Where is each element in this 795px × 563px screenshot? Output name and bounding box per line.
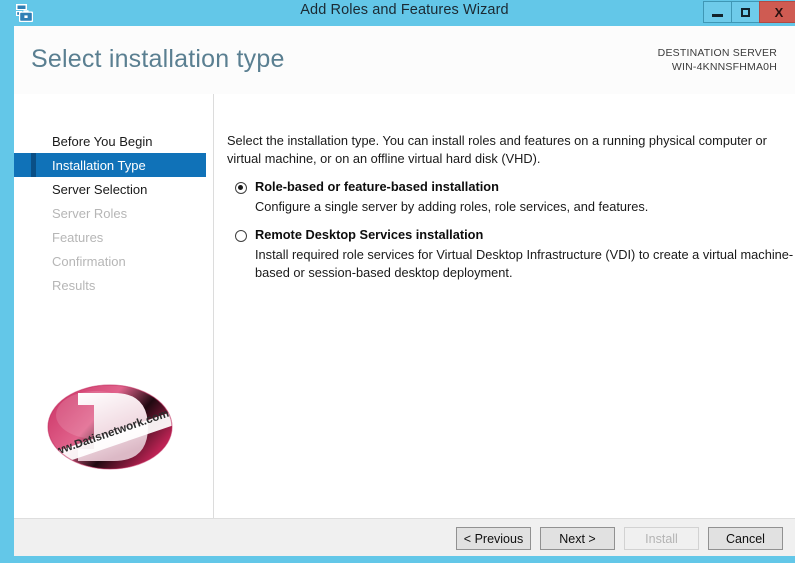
radio-remote-desktop-services-installation[interactable] <box>235 230 247 242</box>
wizard-main: Select the installation type. You can in… <box>227 94 793 518</box>
install-button: Install <box>624 527 699 550</box>
page-title: Select installation type <box>31 45 285 73</box>
footer-button-row: < Previous Next > Install Cancel <box>447 527 783 550</box>
destination-server-label: DESTINATION SERVER <box>657 47 777 59</box>
cancel-button[interactable]: Cancel <box>708 527 783 550</box>
intro-text: Select the installation type. You can in… <box>227 133 767 166</box>
sidebar-item-label: Before You Begin <box>52 133 153 149</box>
sidebar-item-label: Results <box>52 277 96 293</box>
close-button[interactable]: X <box>759 1 795 23</box>
sidebar-item-label: Installation Type <box>52 157 146 173</box>
minimize-icon <box>712 14 723 17</box>
maximize-button[interactable] <box>731 1 760 23</box>
wizard-sidebar: Before You Begin Installation Type Serve… <box>14 94 206 518</box>
wizard-steps-nav: Before You Begin Installation Type Serve… <box>14 129 206 297</box>
maximize-icon <box>741 7 750 17</box>
sidebar-item-label: Server Selection <box>52 181 148 197</box>
option-label: Remote Desktop Services installation <box>255 227 484 242</box>
sidebar-item-server-roles: Server Roles <box>14 201 206 225</box>
wizard-window: Add Roles and Features Wizard X Select i… <box>0 0 795 563</box>
window-controls: X <box>703 1 795 23</box>
destination-server-name: WIN-4KNNSFHMA0H <box>671 61 777 73</box>
sidebar-item-features: Features <box>14 225 206 249</box>
destination-server-info: DESTINATION SERVER WIN-4KNNSFHMA0H <box>658 46 777 74</box>
wizard-footer: < Previous Next > Install Cancel <box>14 518 795 556</box>
minimize-button[interactable] <box>703 1 732 23</box>
sidebar-item-label: Features <box>52 229 104 245</box>
option-description: Install required role services for Virtu… <box>255 247 794 280</box>
window-title: Add Roles and Features Wizard <box>300 2 509 18</box>
option-label: Role-based or feature-based installation <box>255 179 499 194</box>
option-description: Configure a single server by adding role… <box>255 199 649 214</box>
wizard-header: Select installation type DESTINATION SER… <box>14 26 795 94</box>
wizard-content: Before You Begin Installation Type Serve… <box>14 94 795 518</box>
sidebar-item-label: Server Roles <box>52 205 128 221</box>
sidebar-item-results: Results <box>14 273 206 297</box>
sidebar-item-before-you-begin[interactable]: Before You Begin <box>14 129 206 153</box>
sidebar-item-confirmation: Confirmation <box>14 249 206 273</box>
wizard-panel: Select installation type DESTINATION SER… <box>14 26 795 556</box>
sidebar-item-server-selection[interactable]: Server Selection <box>14 177 206 201</box>
radio-role-based-installation[interactable] <box>235 182 247 194</box>
previous-button[interactable]: < Previous <box>456 527 531 550</box>
sidebar-item-label: Confirmation <box>52 253 126 269</box>
sidebar-content-divider <box>213 94 214 518</box>
title-bar: Add Roles and Features Wizard X <box>7 0 795 26</box>
datisnetwork-logo: www.Datisnetwork.com <box>40 379 180 476</box>
next-button[interactable]: Next > <box>540 527 615 550</box>
sidebar-item-installation-type[interactable]: Installation Type <box>14 153 206 177</box>
